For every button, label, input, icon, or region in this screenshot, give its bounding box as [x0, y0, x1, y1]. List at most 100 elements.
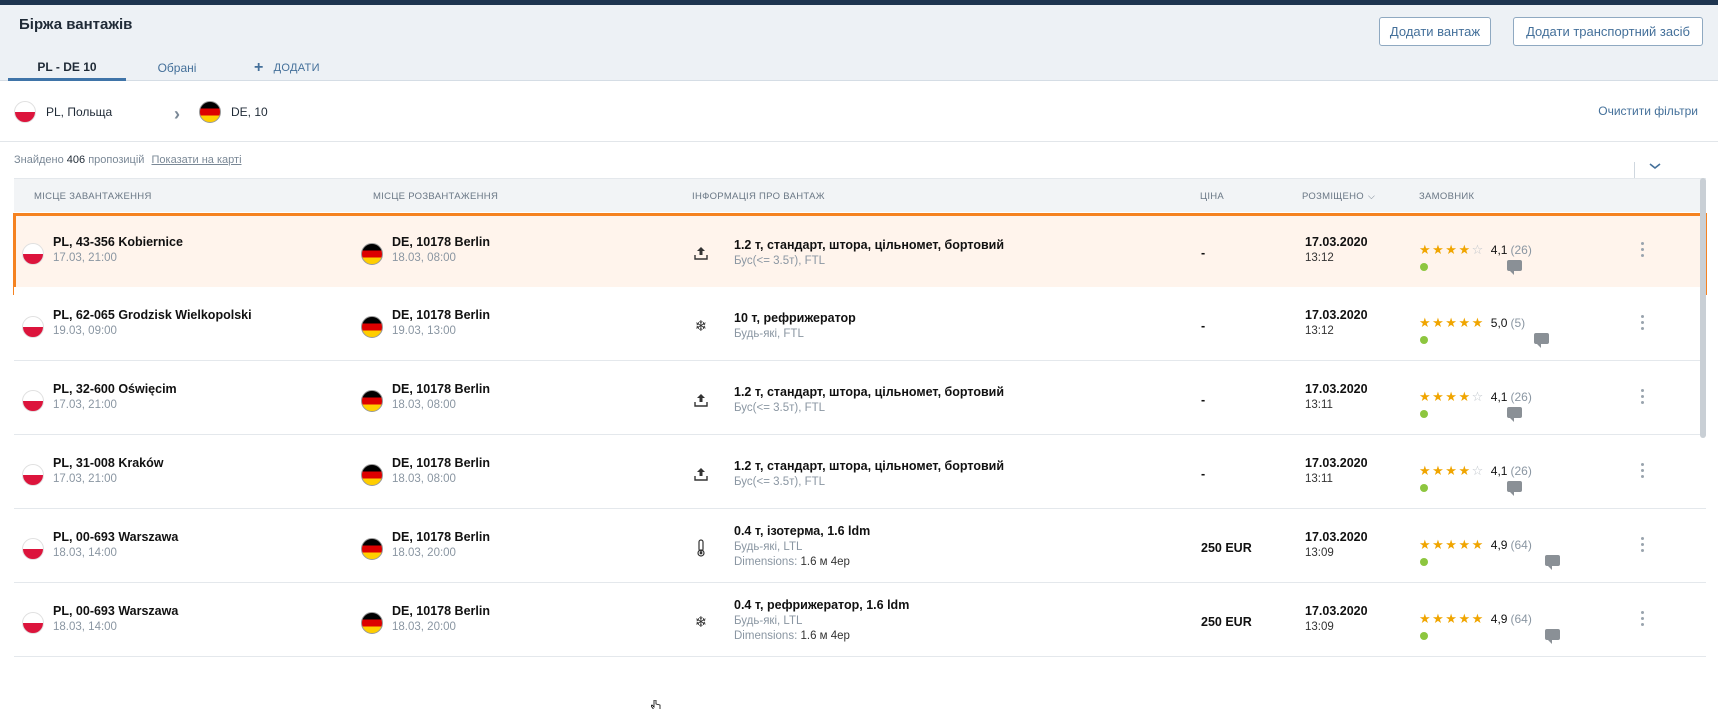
more-options-icon[interactable]	[1641, 537, 1645, 555]
chat-icon[interactable]	[1545, 629, 1560, 644]
cargo-info: 10 т, рефрижератор Будь-які, FTL	[734, 311, 856, 340]
rating-stars-icon: ★★★★★	[1419, 611, 1485, 626]
column-price[interactable]: Ціна	[1200, 191, 1224, 202]
column-cargo[interactable]: Інформація про вантаж	[692, 191, 825, 202]
scrollbar[interactable]	[1700, 178, 1706, 438]
cargo-description: 0.4 т, ізотерма, 1.6 ldm	[734, 524, 871, 538]
show-on-map-link[interactable]: Показати на карті	[152, 154, 242, 166]
rating-count: (64)	[1510, 538, 1532, 552]
rating-count: (26)	[1510, 390, 1532, 404]
price: -	[1201, 393, 1206, 407]
posted-date: 17.03.2020	[1305, 235, 1368, 249]
filter-to[interactable]: DE, 10	[199, 101, 268, 123]
more-options-icon[interactable]	[1641, 611, 1645, 629]
rating-stars-icon: ★★★★★	[1419, 315, 1485, 330]
clear-filters-link[interactable]: Очистити фільтри	[1598, 104, 1698, 118]
price: 250 EUR	[1201, 541, 1252, 555]
posted-date: 17.03.2020	[1305, 604, 1368, 618]
germany-flag-icon	[361, 538, 383, 560]
customer-rating[interactable]: ★★★★★ 4,9 (64)	[1419, 537, 1532, 553]
chat-icon[interactable]	[1507, 260, 1522, 275]
chat-icon[interactable]	[1534, 333, 1549, 348]
plus-icon: +	[254, 59, 264, 76]
loading-place: PL, 00-693 Warszawa 18.03, 14:00	[22, 530, 178, 560]
customer-rating[interactable]: ★★★★★ 5,0 (5)	[1419, 315, 1525, 331]
customer-rating[interactable]: ★★★★☆ 4,1 (26)	[1419, 463, 1532, 479]
results-prefix: Знайдено	[14, 154, 64, 166]
poland-flag-icon	[22, 316, 44, 338]
cargo-dimensions: Dimensions: 1.6 м 4ep	[734, 630, 850, 642]
unloading-date: 18.03, 08:00	[392, 252, 456, 264]
cargo-description: 10 т, рефрижератор	[734, 311, 856, 325]
cargo-description: 1.2 т, стандарт, штора, цільномет, борто…	[734, 385, 1005, 399]
table-row[interactable]: PL, 00-693 Warszawa 18.03, 14:00 DE, 101…	[14, 583, 1706, 657]
unloading-address: DE, 10178 Berlin	[392, 456, 490, 470]
poland-flag-icon	[22, 464, 44, 486]
posted-time: 13:12	[1305, 252, 1334, 264]
loading-address: PL, 32-600 Oświęcim	[53, 382, 177, 396]
rating-count: (64)	[1510, 612, 1532, 626]
filter-bar: PL, Польща › DE, 10 Очистити фільтри	[0, 82, 1718, 142]
chat-icon[interactable]	[1545, 555, 1560, 570]
filter-from[interactable]: PL, Польща	[14, 101, 112, 123]
customer-rating[interactable]: ★★★★☆ 4,1 (26)	[1419, 389, 1532, 405]
customer-rating[interactable]: ★★★★★ 4,9 (64)	[1419, 611, 1532, 627]
chat-icon[interactable]	[1507, 481, 1522, 496]
column-posted[interactable]: Розміщено ⌵	[1302, 191, 1375, 202]
more-options-icon[interactable]	[1641, 242, 1645, 260]
tab-pl-de[interactable]: PL - DE 10	[8, 55, 126, 81]
column-unloading[interactable]: Місце розвантаження	[373, 191, 498, 202]
posted-time: 13:11	[1305, 399, 1333, 411]
posted-date: 17.03.2020	[1305, 308, 1368, 322]
customer-rating[interactable]: ★★★★☆ 4,1 (26)	[1419, 242, 1532, 258]
tab-add[interactable]: + ДОДАТИ	[228, 55, 340, 81]
unloading-date: 18.03, 20:00	[392, 621, 456, 633]
thermometer-icon	[692, 539, 710, 557]
posted-date: 17.03.2020	[1305, 456, 1368, 470]
table-row[interactable]: PL, 32-600 Oświęcim 17.03, 21:00 DE, 101…	[14, 361, 1706, 435]
table-row[interactable]: PL, 00-693 Warszawa 18.03, 14:00 DE, 101…	[14, 509, 1706, 583]
unloading-place: DE, 10178 Berlin 19.03, 13:00	[361, 308, 490, 338]
column-loading[interactable]: Місце завантаження	[34, 191, 152, 202]
chevron-down-icon[interactable]	[1648, 160, 1662, 174]
loading-date: 19.03, 09:00	[53, 325, 117, 337]
rating-stars-icon: ★★★★☆	[1419, 242, 1485, 257]
unloading-place: DE, 10178 Berlin 18.03, 20:00	[361, 530, 490, 560]
table-row[interactable]: PL, 31-008 Kraków 17.03, 21:00 DE, 10178…	[14, 435, 1706, 509]
online-status-icon	[1420, 632, 1428, 640]
table-row[interactable]: PL, 62-065 Grodzisk Wielkopolski 19.03, …	[14, 287, 1706, 361]
cargo-table: Місце завантаження Місце розвантаження І…	[13, 178, 1707, 657]
more-options-icon[interactable]	[1641, 389, 1645, 407]
rating-count: (26)	[1510, 464, 1532, 478]
chevron-right-icon: ›	[174, 104, 180, 124]
add-vehicle-button[interactable]: Додати транспортний засіб	[1513, 17, 1703, 46]
cargo-info: 1.2 т, стандарт, штора, цільномет, борто…	[734, 385, 1004, 414]
table-row[interactable]: PL, 43-356 Kobiernice 17.03, 21:00 DE, 1…	[13, 213, 1707, 295]
chat-icon[interactable]	[1507, 407, 1522, 422]
unloading-date: 19.03, 13:00	[392, 325, 456, 337]
online-status-icon	[1420, 410, 1428, 418]
price: -	[1201, 246, 1206, 260]
add-cargo-button[interactable]: Додати вантаж	[1379, 17, 1491, 46]
more-options-icon[interactable]	[1641, 463, 1645, 481]
unloading-address: DE, 10178 Berlin	[392, 382, 490, 396]
unloading-address: DE, 10178 Berlin	[392, 604, 490, 618]
loading-address: PL, 43-356 Kobiernice	[53, 235, 183, 249]
cargo-info: 0.4 т, рефрижератор, 1.6 ldm Будь-які, L…	[734, 598, 909, 642]
germany-flag-icon	[361, 612, 383, 634]
tab-add-label: ДОДАТИ	[273, 62, 320, 74]
more-options-icon[interactable]	[1641, 315, 1645, 333]
column-customer[interactable]: Замовник	[1419, 191, 1474, 202]
rating-value: 4,9	[1490, 612, 1508, 626]
page-header: Біржа вантажів Додати вантаж Додати тран…	[0, 5, 1718, 81]
posted-at: 17.03.2020 13:09	[1305, 604, 1368, 633]
loading-date: 17.03, 21:00	[53, 473, 117, 485]
filter-to-label: DE, 10	[231, 105, 268, 119]
poland-flag-icon	[22, 612, 44, 634]
unloading-place: DE, 10178 Berlin 18.03, 08:00	[361, 235, 490, 265]
mouse-cursor	[650, 698, 661, 709]
upload-icon	[692, 465, 710, 483]
tab-favorites[interactable]: Обрані	[126, 55, 228, 81]
cargo-vehicle: Бус(<= 3.5т), FTL	[734, 476, 826, 488]
loading-place: PL, 32-600 Oświęcim 17.03, 21:00	[22, 382, 177, 412]
